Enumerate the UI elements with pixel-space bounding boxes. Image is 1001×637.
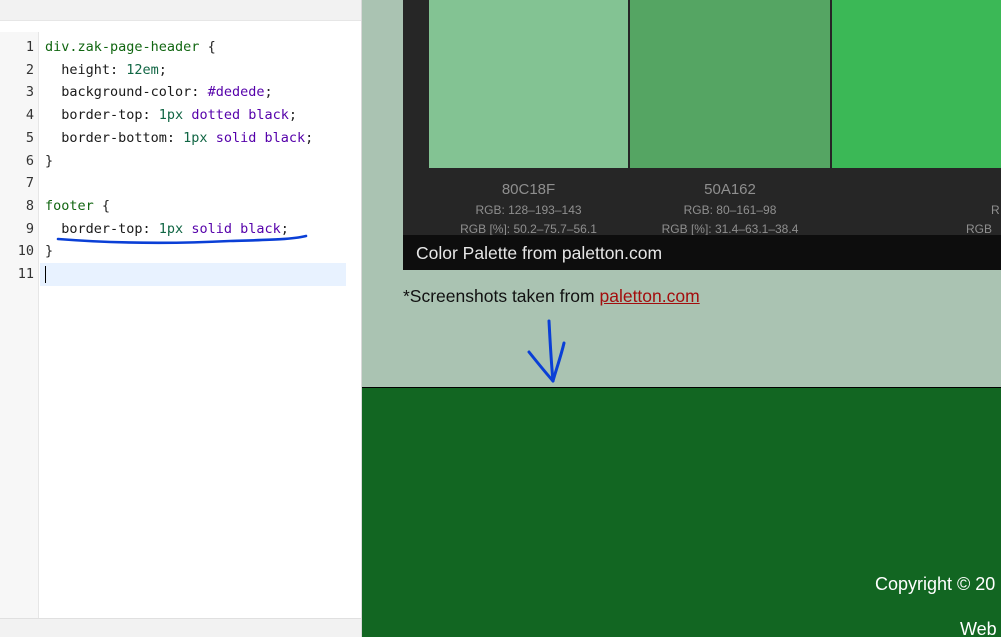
line-number: 9 bbox=[25, 220, 34, 237]
code-token: ; bbox=[280, 220, 289, 237]
code-token: border-bottom: bbox=[45, 129, 184, 146]
code-token: 12em bbox=[126, 61, 159, 78]
swatch-2-rgb: RGB: 80–161–98 bbox=[683, 203, 777, 217]
line-number-gutter: 1 2 3 4 5 6 7 8 9 10 11 bbox=[0, 32, 39, 618]
code-token: ; bbox=[288, 107, 297, 124]
code-line[interactable]: } bbox=[45, 240, 53, 263]
code-token: border-top: bbox=[45, 107, 159, 124]
code-line[interactable]: div.zak-page-header { bbox=[45, 36, 216, 59]
line-number: 11 bbox=[17, 266, 34, 282]
screenshot-note: *Screenshots taken from paletton.com bbox=[403, 286, 700, 307]
editor-statusbar bbox=[0, 618, 361, 637]
line-number: 7 bbox=[25, 175, 34, 192]
code-line[interactable]: border-top: 1px dotted black; bbox=[45, 104, 297, 127]
code-token: ; bbox=[158, 61, 167, 78]
code-line[interactable]: border-top: 1px solid black; bbox=[45, 218, 289, 241]
swatch-2-rgb-pct: RGB [%]: 31.4–63.1–38.4 bbox=[661, 222, 799, 236]
code-token: } bbox=[45, 152, 54, 169]
code-token: ; bbox=[305, 129, 314, 146]
page-footer: Copyright © 20 Web bbox=[362, 387, 1001, 637]
code-token: ; bbox=[264, 84, 273, 101]
paletton-link[interactable]: paletton.com bbox=[599, 286, 699, 306]
code-line[interactable]: } bbox=[45, 150, 53, 173]
code-token: #dedede bbox=[207, 84, 265, 101]
caption-text: Color Palette from paletton.com bbox=[416, 243, 663, 263]
swatch-3-rgb-pct: RGB bbox=[966, 222, 993, 236]
code-line[interactable]: border-bottom: 1px solid black; bbox=[45, 127, 313, 150]
footer-web-text: Web bbox=[960, 619, 997, 637]
line-number: 6 bbox=[25, 152, 34, 169]
line-number: 4 bbox=[25, 107, 34, 124]
code-token: div.zak-page-header bbox=[45, 39, 200, 55]
editor-toolbar bbox=[0, 0, 361, 21]
code-line[interactable]: height: 12em; bbox=[45, 59, 167, 82]
active-line-highlight bbox=[40, 263, 346, 286]
code-token: dotted black bbox=[183, 107, 289, 124]
code-token: 1px bbox=[183, 129, 208, 146]
line-number: 10 bbox=[17, 243, 34, 260]
swatch-1 bbox=[429, 0, 628, 168]
code-line[interactable]: background-color: #dedede; bbox=[45, 81, 273, 104]
swatch-1-rgb-pct: RGB [%]: 50.2–75.7–56.1 bbox=[460, 222, 597, 236]
swatch-1-rgb: RGB: 128–193–143 bbox=[475, 203, 582, 217]
swatch-3 bbox=[832, 0, 1001, 168]
line-number: 5 bbox=[25, 129, 34, 146]
line-number: 8 bbox=[25, 197, 34, 214]
code-token: solid black bbox=[183, 220, 281, 237]
palette-screenshot: 80C18F RGB: 128–193–143 RGB [%]: 50.2–75… bbox=[403, 0, 1001, 270]
swatch-1-hex: 80C18F bbox=[501, 181, 556, 198]
figure-caption: Color Palette from paletton.com bbox=[403, 235, 1001, 270]
preview-pane: 80C18F RGB: 128–193–143 RGB [%]: 50.2–75… bbox=[362, 0, 1001, 637]
code-token: solid black bbox=[207, 129, 306, 146]
code-editor[interactable]: 1 2 3 4 5 6 7 8 9 10 11 div.zak-page-header { heig… bbox=[0, 0, 362, 637]
line-number: 2 bbox=[25, 61, 34, 78]
code-token: { bbox=[93, 197, 111, 214]
code-token: footer bbox=[45, 197, 94, 214]
code-token: border-top: bbox=[45, 220, 159, 237]
code-token: } bbox=[45, 243, 54, 260]
code-token: 1px bbox=[158, 107, 184, 124]
swatch-2-hex: 50A162 bbox=[704, 181, 756, 198]
code-token: { bbox=[199, 39, 216, 55]
swatch-2 bbox=[630, 0, 830, 168]
line-number: 3 bbox=[25, 84, 34, 101]
swatch-3-rgb: R bbox=[991, 203, 1000, 217]
code-token: background-color: bbox=[45, 84, 208, 101]
text-cursor bbox=[45, 266, 46, 283]
code-line[interactable]: footer { bbox=[45, 195, 110, 218]
copyright-text: Copyright © 20 bbox=[875, 574, 996, 594]
code-token: 1px bbox=[158, 220, 184, 237]
code-token: height: bbox=[45, 61, 127, 78]
line-number: 1 bbox=[25, 39, 34, 55]
note-text: *Screenshots taken from bbox=[403, 286, 600, 306]
